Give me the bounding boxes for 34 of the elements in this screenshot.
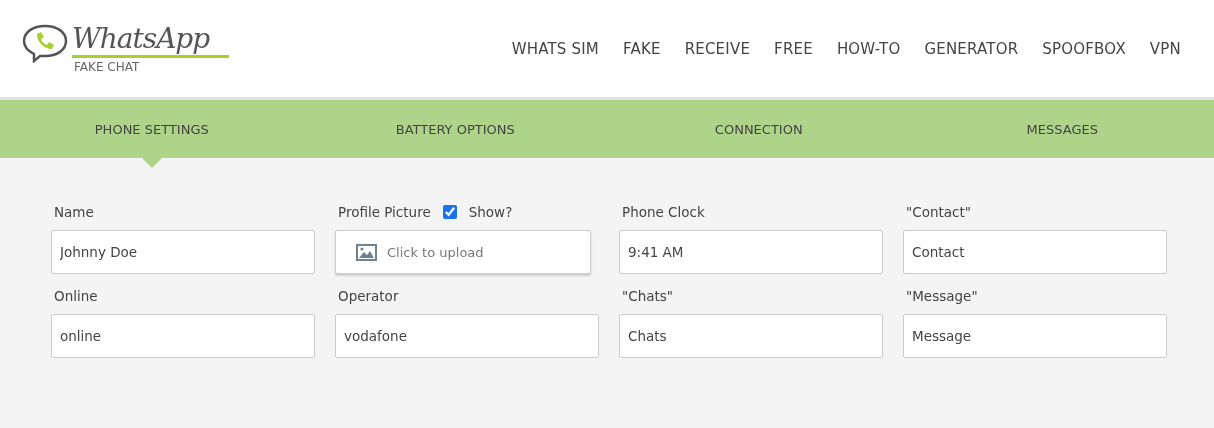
field-label: Online — [54, 288, 98, 304]
tab[interactable]: PHONE SETTINGS — [0, 100, 304, 158]
tab[interactable]: MESSAGES — [910, 100, 1214, 158]
text-field[interactable]: Chats — [619, 314, 883, 358]
text-field[interactable]: 9:41 AM — [619, 230, 883, 274]
nav-link[interactable]: RECEIVE — [684, 39, 751, 58]
field-label: Operator — [338, 288, 399, 304]
field-label: "Chats" — [622, 288, 673, 304]
show-checkbox[interactable] — [442, 205, 457, 219]
nav-link[interactable]: GENERATOR — [924, 39, 1019, 58]
nav-link[interactable]: SPOOFBOX — [1042, 39, 1126, 58]
field-label: "Message" — [906, 288, 978, 304]
text-field[interactable]: Johnny Doe — [51, 230, 315, 274]
tab[interactable]: BATTERY OPTIONS — [303, 100, 607, 158]
text-field[interactable]: Message — [903, 314, 1167, 358]
logo-subtitle: FAKE CHAT — [73, 60, 141, 74]
tab[interactable]: CONNECTION — [607, 100, 911, 158]
nav-link[interactable]: VPN — [1149, 39, 1181, 58]
nav-link[interactable]: FREE — [774, 39, 813, 58]
upload-button[interactable]: Click to upload — [335, 230, 591, 274]
image-icon — [356, 243, 377, 261]
field-label: Profile Picture — [338, 204, 431, 220]
nav-link[interactable]: HOW-TO — [836, 39, 901, 58]
text-field[interactable]: Contact — [903, 230, 1167, 274]
nav-link[interactable]: WHATS SIM — [511, 39, 599, 58]
chat-bubble-phone-icon — [22, 23, 68, 63]
text-field[interactable]: online — [51, 314, 315, 358]
field-label: Phone Clock — [622, 204, 705, 220]
text-field[interactable]: vodafone — [335, 314, 599, 358]
field-label: "Contact" — [906, 204, 971, 220]
nav-link[interactable]: FAKE — [623, 39, 661, 58]
logo-title: WhatsApp — [72, 23, 230, 58]
checkbox-label: Show? — [468, 204, 513, 220]
field-label: Name — [54, 204, 94, 220]
